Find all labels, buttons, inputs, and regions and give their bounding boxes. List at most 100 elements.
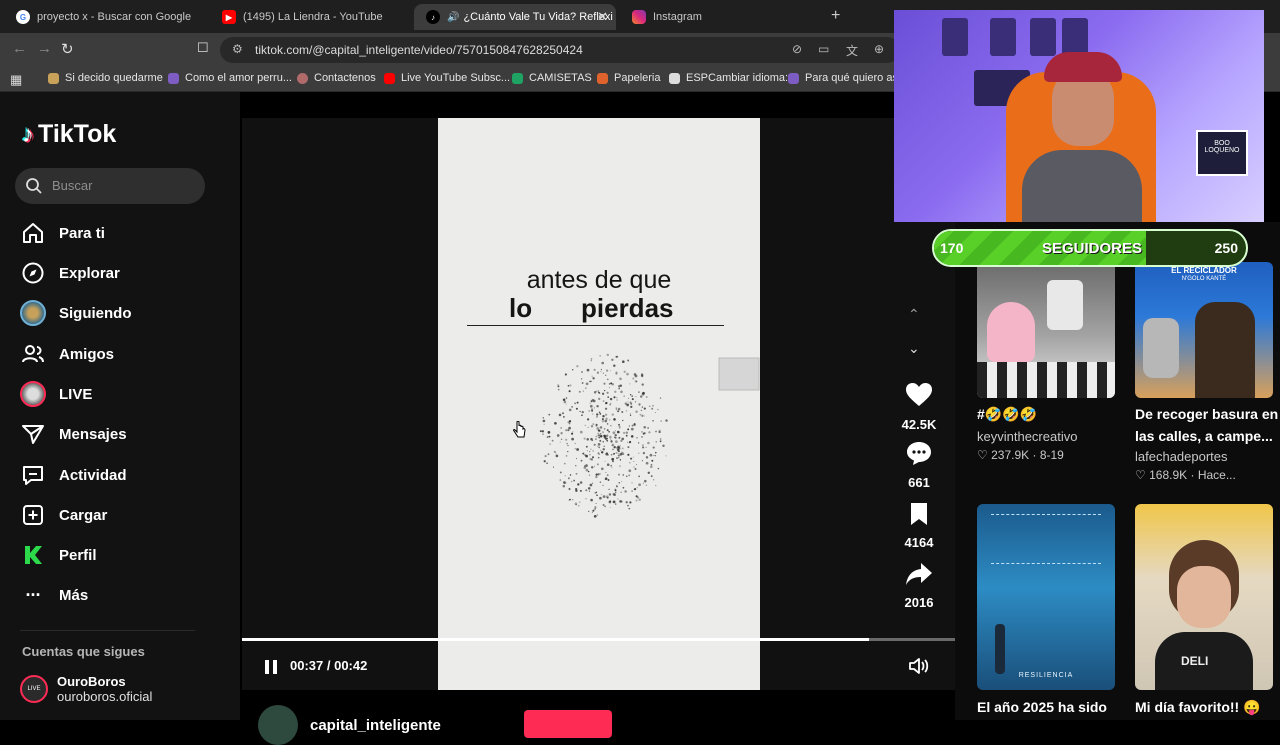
video-particle (609, 403, 611, 406)
video-particle (650, 465, 653, 469)
following-account[interactable]: LIVE OuroBoros ouroboros.oficial (20, 674, 152, 704)
video-particle (581, 371, 583, 373)
bookmark-item[interactable]: CAMISETAS (512, 72, 592, 84)
recommendation-title[interactable]: De recoger basura en las calles, a campe… (1135, 403, 1280, 447)
tab-youtube[interactable]: ▶ (1495) La Liendra - YouTube (210, 4, 410, 30)
audio-playing-icon: 🔊 (447, 11, 460, 23)
previous-video-icon[interactable]: ⌃ (908, 306, 920, 323)
zoom-icon[interactable]: ⊕ (874, 42, 884, 56)
comment-button[interactable]: 661 (896, 440, 942, 490)
video-particle (555, 454, 559, 458)
video-particle (641, 431, 643, 433)
video-particle (657, 408, 659, 411)
video-particle (606, 434, 609, 437)
nav-cargar[interactable]: Cargar (20, 500, 107, 530)
video-particle (562, 398, 566, 401)
volume-icon[interactable] (908, 656, 930, 676)
video-author[interactable]: capital_inteligente (258, 705, 441, 745)
video-particle (567, 444, 569, 447)
video-particle (639, 413, 642, 416)
nav-perfil[interactable]: Perfil (20, 540, 97, 570)
pause-icon[interactable] (263, 658, 279, 676)
recommendation-title[interactable]: #🤣🤣🤣 (977, 403, 1122, 425)
forward-icon[interactable]: → (37, 40, 52, 57)
back-icon[interactable]: ← (12, 40, 27, 57)
tab-instagram[interactable]: Instagram (620, 4, 820, 30)
close-tab-icon[interactable]: ✕ (597, 9, 608, 25)
bookmark-item[interactable]: Como el amor perru... (168, 72, 292, 84)
video-particle (631, 398, 634, 401)
video-particle (609, 506, 611, 508)
cast-icon[interactable]: ▭ (818, 42, 829, 56)
video-particle (625, 431, 629, 434)
video-particle (565, 429, 568, 432)
nav-actividad[interactable]: Actividad (20, 460, 127, 490)
youtube-icon: ▶ (222, 10, 236, 24)
follow-button[interactable] (524, 710, 612, 738)
recommendation-thumbnail[interactable]: RESILIENCIA (977, 504, 1115, 690)
bookmark-icon[interactable]: ☐ (197, 40, 209, 56)
video-particle (630, 405, 633, 409)
recommendation-author[interactable]: lafechadeportes (1135, 449, 1228, 464)
video-particle (622, 486, 625, 489)
tab-tiktok-video[interactable]: ♪ 🔊 ¿Cuánto Vale Tu Vida? Reflexi ✕ (414, 4, 616, 30)
reload-icon[interactable]: ↻ (61, 40, 74, 58)
bookmark-item[interactable]: Si decido quedarme (48, 72, 163, 84)
like-button[interactable]: 42.5K (896, 382, 942, 432)
share-button[interactable]: 2016 (896, 562, 942, 610)
save-button[interactable]: 4164 (896, 502, 942, 550)
bookmark-favicon (297, 72, 308, 84)
no-camera-icon[interactable]: ⊘ (792, 42, 802, 56)
address-bar[interactable]: ⚙ tiktok.com/@capital_inteligente/video/… (220, 37, 900, 63)
video-particle (610, 382, 613, 385)
apps-grid-icon[interactable]: ▦ (10, 72, 22, 88)
tiktok-logo[interactable]: ♪ TikTok (22, 120, 116, 149)
video-particle (614, 390, 617, 393)
recommendation-title[interactable]: El año 2025 ha sido (977, 696, 1122, 718)
nav-para-ti[interactable]: Para ti (20, 218, 105, 248)
site-settings-icon[interactable]: ⚙ (232, 42, 243, 56)
bookmark-item[interactable]: Papeleria (597, 72, 660, 84)
video-particle (641, 406, 644, 408)
video-frame[interactable]: antes de que lo pierdas (438, 118, 760, 690)
bookmark-item[interactable]: Live YouTube Subsc... (384, 72, 510, 84)
video-particle (638, 475, 640, 478)
video-particle (613, 418, 616, 421)
recommendation-title[interactable]: Mi día favorito!! 😛 (1135, 696, 1280, 718)
bookmark-item[interactable]: ESPCambiar idioma: (669, 72, 788, 84)
nav-mas[interactable]: ··· Más (20, 580, 89, 610)
video-particle (576, 448, 579, 451)
search-input[interactable]: Buscar (15, 168, 205, 204)
translate-icon[interactable]: 文 (846, 42, 858, 59)
video-particle (592, 450, 594, 452)
bookmark-item[interactable]: Contactenos (297, 72, 376, 84)
new-tab-icon[interactable]: + (831, 7, 840, 25)
video-particle (642, 482, 644, 484)
nav-siguiendo[interactable]: Siguiendo (20, 298, 132, 328)
bookmark-item[interactable]: Para qué quiero asp (788, 72, 904, 84)
video-particle (607, 479, 610, 481)
video-particle (590, 466, 594, 469)
video-particle (567, 477, 570, 480)
video-particle (606, 474, 609, 476)
recommendation-thumbnail[interactable] (977, 262, 1115, 398)
video-particle (559, 441, 561, 443)
nav-amigos[interactable]: Amigos (20, 339, 114, 369)
video-particle (611, 413, 614, 416)
video-particle (628, 474, 631, 477)
recommendation-thumbnail[interactable]: EL RECICLADOR N'GOLO KANTÉ (1135, 262, 1273, 398)
video-particle (600, 368, 603, 371)
nav-live[interactable]: LIVE (20, 379, 92, 409)
video-particle (581, 410, 584, 414)
tab-google-search[interactable]: G proyecto x - Buscar con Google (4, 4, 204, 30)
video-particle (606, 353, 610, 357)
recommendation-thumbnail[interactable]: DELI (1135, 504, 1273, 690)
video-particle (572, 431, 574, 433)
nav-explorar[interactable]: Explorar (20, 258, 120, 288)
video-particle (594, 506, 597, 509)
nav-mensajes[interactable]: Mensajes (20, 419, 127, 449)
next-video-icon[interactable]: ⌄ (908, 340, 920, 357)
recommendation-author[interactable]: keyvinthecreativo (977, 429, 1077, 444)
video-particle (630, 414, 632, 417)
video-particle (596, 514, 598, 516)
